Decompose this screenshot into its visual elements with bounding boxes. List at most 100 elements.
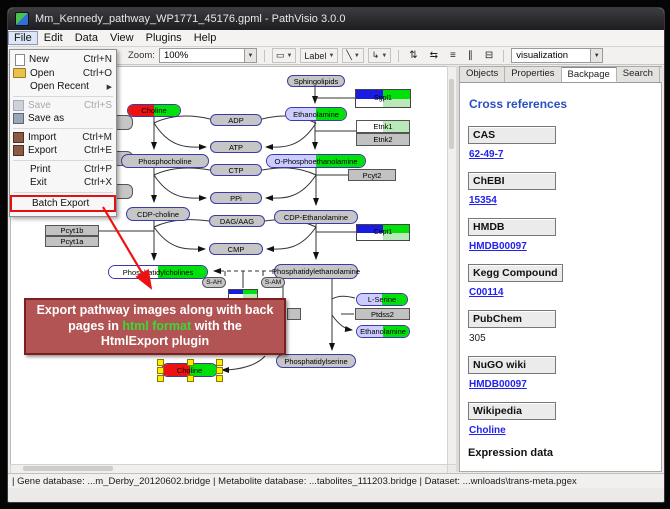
node-pcyt2[interactable]: Pcyt2 (348, 169, 396, 181)
cross-reference-link[interactable]: C00114 (469, 287, 653, 298)
connector-dropdown-button[interactable]: ↳ ▼ (368, 48, 392, 63)
menu-item-label: Save as (28, 113, 106, 124)
node-o-phosphoethanolamine[interactable]: O-Phosphoethanolamine (266, 154, 366, 168)
node-phosphatidylethanolamine[interactable]: Phosphatidylethanolamine (274, 264, 358, 279)
menubar-item-file[interactable]: File (8, 31, 38, 45)
align-edge-icon[interactable]: ⊟ (482, 50, 496, 61)
menubar-item-data[interactable]: Data (69, 31, 104, 45)
label-dropdown-button[interactable]: Label ▼ (300, 48, 338, 63)
visualization-combobox[interactable]: visualization ▼ (511, 48, 603, 63)
file-menu-item-save-as[interactable]: Save as (10, 112, 116, 126)
selection-handle[interactable] (216, 375, 223, 382)
node-ptdss2[interactable]: Ptdss2 (355, 308, 410, 320)
node-cdp-ethanolamine[interactable]: CDP-Ethanolamine (274, 210, 358, 224)
node-phosphocholine[interactable]: Phosphocholine (121, 154, 209, 168)
toolbar-separator (264, 50, 265, 62)
backpage-section-pubchem: PubChem305 (468, 309, 653, 344)
screenshot-root: Mm_Kennedy_pathway_WP1771_45176.gpml - P… (0, 0, 670, 509)
align-center-icon[interactable]: ⇅ (406, 50, 420, 61)
scrollbar-thumb[interactable] (23, 466, 113, 471)
node-phosphatidylcholines[interactable]: Phosphatidylcholines (108, 265, 208, 279)
node-ppi[interactable]: PPi (210, 192, 262, 204)
tab-legend[interactable]: Legend (660, 67, 665, 82)
menu-item-shortcut: Ctrl+X (84, 177, 112, 188)
file-menu-item-print[interactable]: PrintCtrl+P (10, 163, 116, 177)
file-menu-item-open[interactable]: OpenCtrl+O (10, 67, 116, 81)
node-etnk1[interactable]: Etnk1 (356, 120, 410, 133)
node-etnk2[interactable]: Etnk2 (356, 133, 410, 146)
visualization-value: visualization (516, 50, 568, 61)
title-bar[interactable]: Mm_Kennedy_pathway_WP1771_45176.gpml - P… (8, 8, 664, 30)
cross-reference-link[interactable]: HMDB00097 (469, 241, 653, 252)
connector-icon: ↳ (372, 50, 380, 61)
menu-item-label: Print (30, 164, 78, 175)
node-cdp-choline[interactable]: CDP-choline (126, 207, 190, 221)
node-adp[interactable]: ADP (210, 114, 262, 126)
backpage-section-cas: CAS62-49-7 (468, 125, 653, 160)
scrollbar-thumb[interactable] (449, 79, 454, 149)
file-menu-item-export[interactable]: ExportCtrl+E (10, 144, 116, 158)
menubar-item-plugins[interactable]: Plugins (140, 31, 188, 45)
menu-item-shortcut: Ctrl+E (84, 145, 112, 156)
datanode-dropdown-button[interactable]: ▭ ▼ (272, 48, 296, 63)
file-menu-item-open-recent[interactable]: Open Recent▶ (10, 80, 116, 94)
chevron-down-icon[interactable]: ▼ (590, 49, 602, 62)
node-cept1[interactable]: Cept1 (356, 224, 410, 241)
node-cmp[interactable]: CMP (209, 243, 263, 255)
selection-handle[interactable] (216, 367, 223, 374)
node-s-am[interactable]: S-AM (261, 277, 285, 288)
menubar-item-help[interactable]: Help (188, 31, 223, 45)
node-atp[interactable]: ATP (210, 141, 262, 153)
node-ctp[interactable]: CTP (210, 164, 262, 176)
node-pcyt1b[interactable]: Pcyt1b (45, 225, 99, 236)
import-icon (13, 132, 24, 143)
backpage-section-wikipedia: WikipediaCholine (468, 401, 653, 436)
selection-handle[interactable] (187, 359, 194, 366)
node-sphingolipids[interactable]: Sphingolipids (287, 75, 345, 87)
selection-handle[interactable] (157, 367, 164, 374)
cross-references-title: Cross references (469, 97, 653, 111)
tab-search[interactable]: Search (617, 67, 660, 82)
node-pcyt1a[interactable]: Pcyt1a (45, 236, 99, 247)
cross-reference-link[interactable]: Choline (469, 425, 653, 436)
export-icon (13, 145, 24, 156)
menu-separator (13, 128, 113, 129)
selection-handle[interactable] (187, 375, 194, 382)
node-unlabeled[interactable] (287, 308, 301, 320)
file-menu-item-import[interactable]: ImportCtrl+M (10, 131, 116, 145)
stack-vertical-icon[interactable]: ≡ (447, 50, 459, 61)
callout-line-1: Export pathway images along with back (26, 303, 284, 319)
node-phosphatidylserine[interactable]: Phosphatidylserine (276, 354, 356, 368)
menu-separator (13, 192, 113, 193)
zoom-combobox[interactable]: 100% ▼ (159, 48, 257, 63)
node-l-serine[interactable]: L-Serine (356, 293, 408, 306)
selection-handle[interactable] (216, 359, 223, 366)
node-ethanolamine[interactable]: Ethanolamine (356, 325, 410, 338)
cross-reference-link[interactable]: 62-49-7 (469, 149, 653, 160)
tab-backpage[interactable]: Backpage (562, 67, 617, 82)
selection-handle[interactable] (157, 359, 164, 366)
submenu-arrow-icon: ▶ (107, 83, 112, 91)
cross-reference-link[interactable]: 15354 (469, 195, 653, 206)
node-choline[interactable]: Choline (127, 104, 181, 117)
align-middle-icon[interactable]: ⇆ (427, 50, 441, 61)
node-s-ah[interactable]: S-AH (202, 277, 226, 288)
line-dropdown-button[interactable]: ╲ ▼ (342, 48, 363, 63)
file-menu-item-batch-export[interactable]: Batch Export (10, 195, 116, 212)
stack-horizontal-icon[interactable]: ∥ (465, 50, 476, 61)
tab-properties[interactable]: Properties (505, 67, 561, 82)
file-menu-item-save[interactable]: SaveCtrl+S (10, 99, 116, 113)
status-bar: | Gene database: ...m_Derby_20120602.bri… (8, 473, 664, 488)
menubar-item-edit[interactable]: Edit (38, 31, 69, 45)
zoom-value: 100% (164, 50, 188, 61)
node-ethanolamine[interactable]: Ethanolamine (285, 107, 347, 121)
node-sgpl1[interactable]: Sgpl1 (355, 89, 411, 108)
tab-objects[interactable]: Objects (460, 67, 505, 82)
selection-handle[interactable] (157, 375, 164, 382)
menubar-item-view[interactable]: View (104, 31, 140, 45)
chevron-down-icon[interactable]: ▼ (244, 49, 256, 62)
node-dag-aag[interactable]: DAG/AAG (209, 215, 265, 227)
file-menu-item-new[interactable]: NewCtrl+N (10, 53, 116, 67)
file-menu-item-exit[interactable]: ExitCtrl+X (10, 176, 116, 190)
cross-reference-link[interactable]: HMDB00097 (469, 379, 653, 390)
